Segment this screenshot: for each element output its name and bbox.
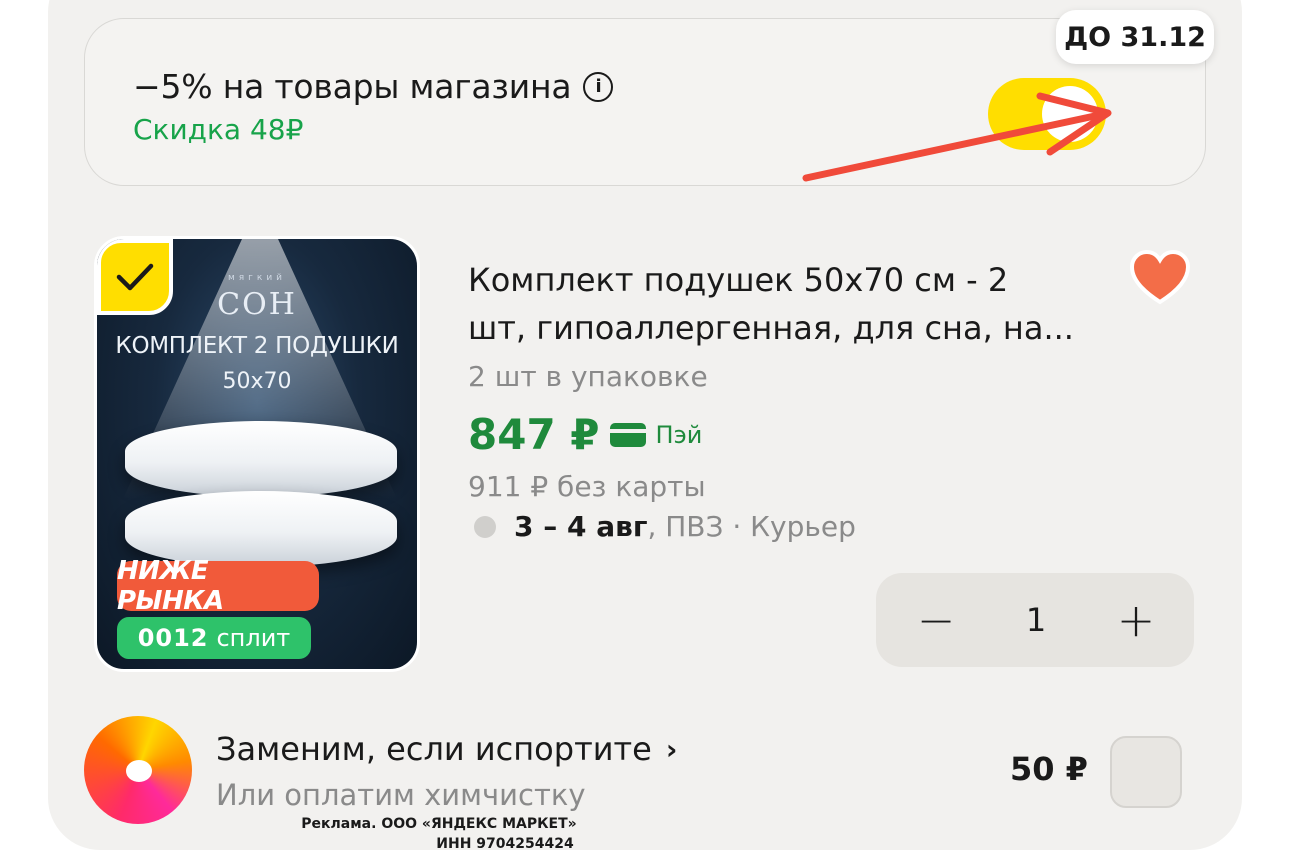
favorite-heart-icon[interactable] bbox=[1128, 248, 1192, 308]
price-row: 847 ₽ Пэй bbox=[468, 410, 702, 459]
insurance-logo bbox=[84, 716, 192, 824]
card-icon bbox=[609, 422, 646, 447]
quantity-stepper: − 1 + bbox=[876, 573, 1194, 667]
toggle-knob bbox=[1042, 86, 1098, 142]
pillow-graphic bbox=[125, 421, 397, 497]
promo-title-text: −5% на товары магазина bbox=[133, 67, 572, 106]
delivery-modes: , ПВЗ · Курьер bbox=[647, 510, 856, 543]
insurance-price: 50 ₽ bbox=[1010, 750, 1088, 788]
select-checkbox[interactable] bbox=[97, 239, 173, 315]
decrease-button[interactable]: − bbox=[914, 597, 958, 643]
below-market-badge: НИЖЕ РЫНКА bbox=[117, 556, 319, 616]
split-dots: 0012 bbox=[137, 624, 209, 652]
quantity-value: 1 bbox=[1025, 601, 1047, 639]
info-icon[interactable]: i bbox=[583, 71, 614, 102]
kit-label: КОМПЛЕКТ 2 ПОДУШКИ bbox=[115, 333, 399, 359]
delivery-status-dot bbox=[474, 515, 496, 538]
promo-title: −5% на товары магазина i bbox=[133, 67, 614, 106]
price: 847 ₽ bbox=[468, 410, 600, 459]
insurance-title-text: Заменим, если испортите bbox=[216, 730, 652, 768]
discount-toggle[interactable] bbox=[988, 78, 1106, 150]
product-title-line1: Комплект подушек 50х70 см - 2 bbox=[468, 261, 1009, 299]
split-badge: 0012 сплит bbox=[117, 617, 311, 659]
ad-line1: Реклама. ООО «ЯНДЕКС МАРКЕТ» bbox=[301, 816, 577, 832]
product-title-line2: шт, гипоаллергенная, для сна, на... bbox=[468, 309, 1074, 347]
product-image[interactable]: мягкий СОН КОМПЛЕКТ 2 ПОДУШКИ 50x70 НИЖЕ… bbox=[94, 236, 420, 672]
product-title[interactable]: Комплект подушек 50х70 см - 2 шт, гипоал… bbox=[468, 256, 1108, 352]
delivery-date: 3 – 4 авг bbox=[514, 510, 648, 543]
delivery-info: 3 – 4 авг, ПВЗ · Курьер bbox=[474, 510, 856, 543]
ad-line2: ИНН 9704254424 bbox=[436, 836, 574, 852]
price-without-card: 911 ₽ без карты bbox=[468, 470, 706, 503]
split-label: сплит bbox=[216, 624, 291, 652]
promo-date-badge: ДО 31.12 bbox=[1056, 10, 1214, 64]
checkmark-icon bbox=[116, 263, 154, 291]
pack-info: 2 шт в упаковке bbox=[468, 360, 708, 393]
chevron-right-icon: › bbox=[665, 732, 678, 766]
promo-discount: Скидка 48₽ bbox=[133, 113, 304, 146]
insurance-title[interactable]: Заменим, если испортите › bbox=[216, 730, 677, 768]
ad-disclaimer: Реклама. ООО «ЯНДЕКС МАРКЕТ» ИНН 9704254… bbox=[0, 814, 870, 854]
kit-size: 50x70 bbox=[222, 369, 292, 394]
insurance-checkbox[interactable] bbox=[1110, 736, 1182, 808]
insurance-subtitle: Или оплатим химчистку bbox=[216, 778, 586, 812]
pay-label: Пэй bbox=[655, 420, 703, 449]
increase-button[interactable]: + bbox=[1114, 597, 1158, 643]
